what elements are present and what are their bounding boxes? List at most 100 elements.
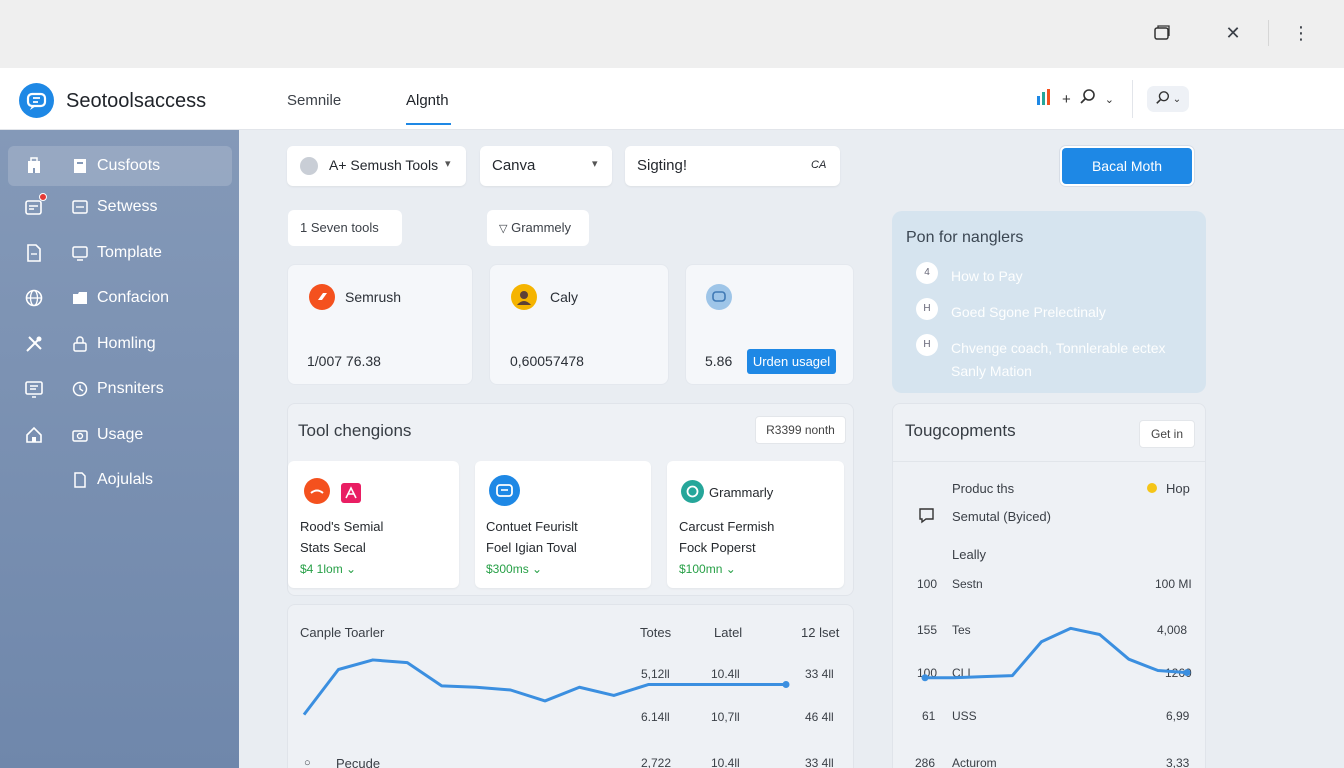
sidebar-item-usage[interactable]: Usage (8, 415, 232, 455)
restore-window-icon[interactable] (1149, 20, 1175, 46)
search-icon[interactable] (1079, 88, 1097, 110)
tool-name: Caly (550, 289, 579, 305)
get-in-button[interactable]: Get in (1139, 420, 1195, 448)
appbar-actions: + ⌄ (1036, 88, 1114, 110)
tool-card-chat[interactable]: 5.86 Urden usagel (685, 264, 854, 385)
clock-icon (72, 381, 88, 397)
avatar (300, 157, 318, 175)
usage-button[interactable]: Urden usagel (747, 349, 836, 374)
chip-seven-tools[interactable]: 1 Seven tools (288, 210, 402, 246)
active-tab-indicator (406, 123, 451, 125)
usage-line-chart (302, 658, 790, 716)
sidebar-item-label: Aojulals (97, 471, 154, 488)
bar-chart-icon[interactable] (1036, 89, 1054, 109)
camera-icon (72, 427, 88, 443)
global-search-button[interactable]: ⌄ (1147, 86, 1189, 112)
chat-bubble-icon (918, 507, 935, 524)
sidebar-item-homling[interactable]: Homling (8, 324, 232, 364)
home-icon (24, 425, 44, 445)
column-header: Latel (714, 625, 743, 640)
calendar-icon (24, 193, 47, 217)
search-input[interactable]: Sigting! CA (625, 146, 840, 186)
sidebar-item-label: Tomplate (97, 244, 162, 261)
chat-logo-icon (706, 284, 732, 310)
app-select-value: Canva (492, 157, 536, 174)
row-label: USS (952, 709, 977, 723)
search-icon (1155, 90, 1171, 109)
app-header: Seotoolsaccess Semnile Algnth + ⌄ ⌄ (0, 68, 1344, 130)
data-point (1183, 669, 1191, 677)
app-select[interactable]: Canva ▾ (480, 146, 612, 186)
sidebar-item-confacion[interactable]: Confacion (8, 278, 232, 318)
tool-card-caly[interactable]: Caly 0,60057478 (489, 264, 669, 385)
tool-card-semrush[interactable]: Semrush 1/007 76.38 (287, 264, 473, 385)
series-line (925, 626, 1188, 680)
brand-logo-icon[interactable] (19, 83, 54, 118)
data-point (921, 674, 929, 682)
change-line-2: Foel Igian Toval (486, 540, 577, 555)
search-input-value: Sigting! (637, 157, 688, 174)
grid-icon (24, 379, 44, 399)
footer-label: Pecude (336, 756, 381, 768)
sidebar-item-setwess[interactable]: Setwess (8, 187, 232, 227)
change-line-1: Carcust Fermish (679, 519, 775, 534)
window-titlebar: ✕ ⋮ (0, 0, 1344, 68)
row-left: 286 (915, 756, 936, 768)
primary-action-button[interactable]: Bacal Moth (1062, 148, 1192, 184)
tip-text: Chvenge coach, Tonnlerable ectex Sanly M… (951, 340, 1166, 379)
close-icon[interactable]: ✕ (1220, 20, 1246, 46)
sidebar: Cusfoots Setwess Tomplate Confacion Homl… (0, 130, 239, 768)
tip-text: How to Pay (951, 268, 1023, 284)
change-card[interactable]: Rood's Semial Stats Secal $4 1lom ⌄ (288, 461, 459, 588)
sidebar-item-aojulals[interactable]: Aojulals (8, 460, 232, 500)
chevron-down-icon[interactable]: ⌄ (1105, 93, 1114, 106)
lock-icon (72, 336, 88, 352)
semrush-logo-icon (309, 284, 335, 310)
change-price[interactable]: $300ms ⌄ (486, 562, 542, 576)
column-header: 12 lset (801, 625, 840, 640)
sidebar-item-cusfoots[interactable]: Cusfoots (8, 146, 232, 186)
globe-icon (24, 288, 44, 308)
sidebar-item-label: Cusfoots (97, 157, 161, 174)
tab-algnth[interactable]: Algnth (406, 92, 449, 109)
window-icon (72, 199, 88, 215)
grammarly-label: Grammarly (709, 485, 774, 500)
change-card[interactable]: Grammarly Carcust Fermish Fock Poperst $… (667, 461, 844, 588)
change-line-1: Contuet Feurislt (486, 519, 578, 534)
change-price[interactable]: $4 1lom ⌄ (300, 562, 356, 576)
tool-changes-title: Tool chengions (298, 421, 412, 440)
row-right: 6,99 (1166, 709, 1190, 723)
change-card[interactable]: Contuet Feurislt Foel Igian Toval $300ms… (475, 461, 651, 588)
row-right: 3,33 (1166, 756, 1190, 768)
tool-name: Semrush (345, 289, 402, 305)
change-line-1: Rood's Semial (300, 519, 384, 534)
folder-icon (72, 290, 88, 306)
plan-tag[interactable]: R3399 nonth (755, 416, 846, 444)
data-point (782, 681, 790, 689)
table-cell: 33 4ll (805, 756, 834, 768)
list-item-label[interactable]: Semutal (Byiced) (952, 509, 1051, 524)
change-price[interactable]: $100mn ⌄ (679, 562, 736, 576)
plus-icon[interactable]: + (1062, 91, 1071, 108)
grammarly-logo-icon (681, 480, 704, 503)
change-line-2: Stats Secal (300, 540, 366, 555)
tips-panel-title: Pon for nanglers (906, 229, 1024, 246)
row-left: 100 (917, 577, 938, 591)
building-icon (24, 156, 44, 176)
sidebar-item-tomplate[interactable]: Tomplate (8, 233, 232, 273)
refresh-icon[interactable]: ○ (304, 757, 311, 768)
search-suffix: CA (811, 159, 827, 171)
more-vertical-icon[interactable]: ⋮ (1288, 20, 1314, 46)
tool-amount: 1/007 76.38 (307, 353, 381, 369)
brand-name: Seotoolsaccess (66, 90, 207, 112)
table-cell: 10.4ll (711, 756, 740, 768)
tools-select[interactable]: A+ Semush Tools ▾ (287, 146, 466, 186)
sidebar-item-label: Usage (97, 426, 144, 443)
appbar-divider (1132, 80, 1133, 118)
sidebar-item-pnsniters[interactable]: Pnsniters (8, 369, 232, 409)
sidebar-item-label: Confacion (97, 289, 170, 306)
notification-badge (39, 193, 47, 201)
chip-grammely[interactable]: ▽ Grammely (487, 210, 589, 246)
tab-semnile[interactable]: Semnile (287, 92, 341, 109)
tools-icon (24, 334, 44, 354)
